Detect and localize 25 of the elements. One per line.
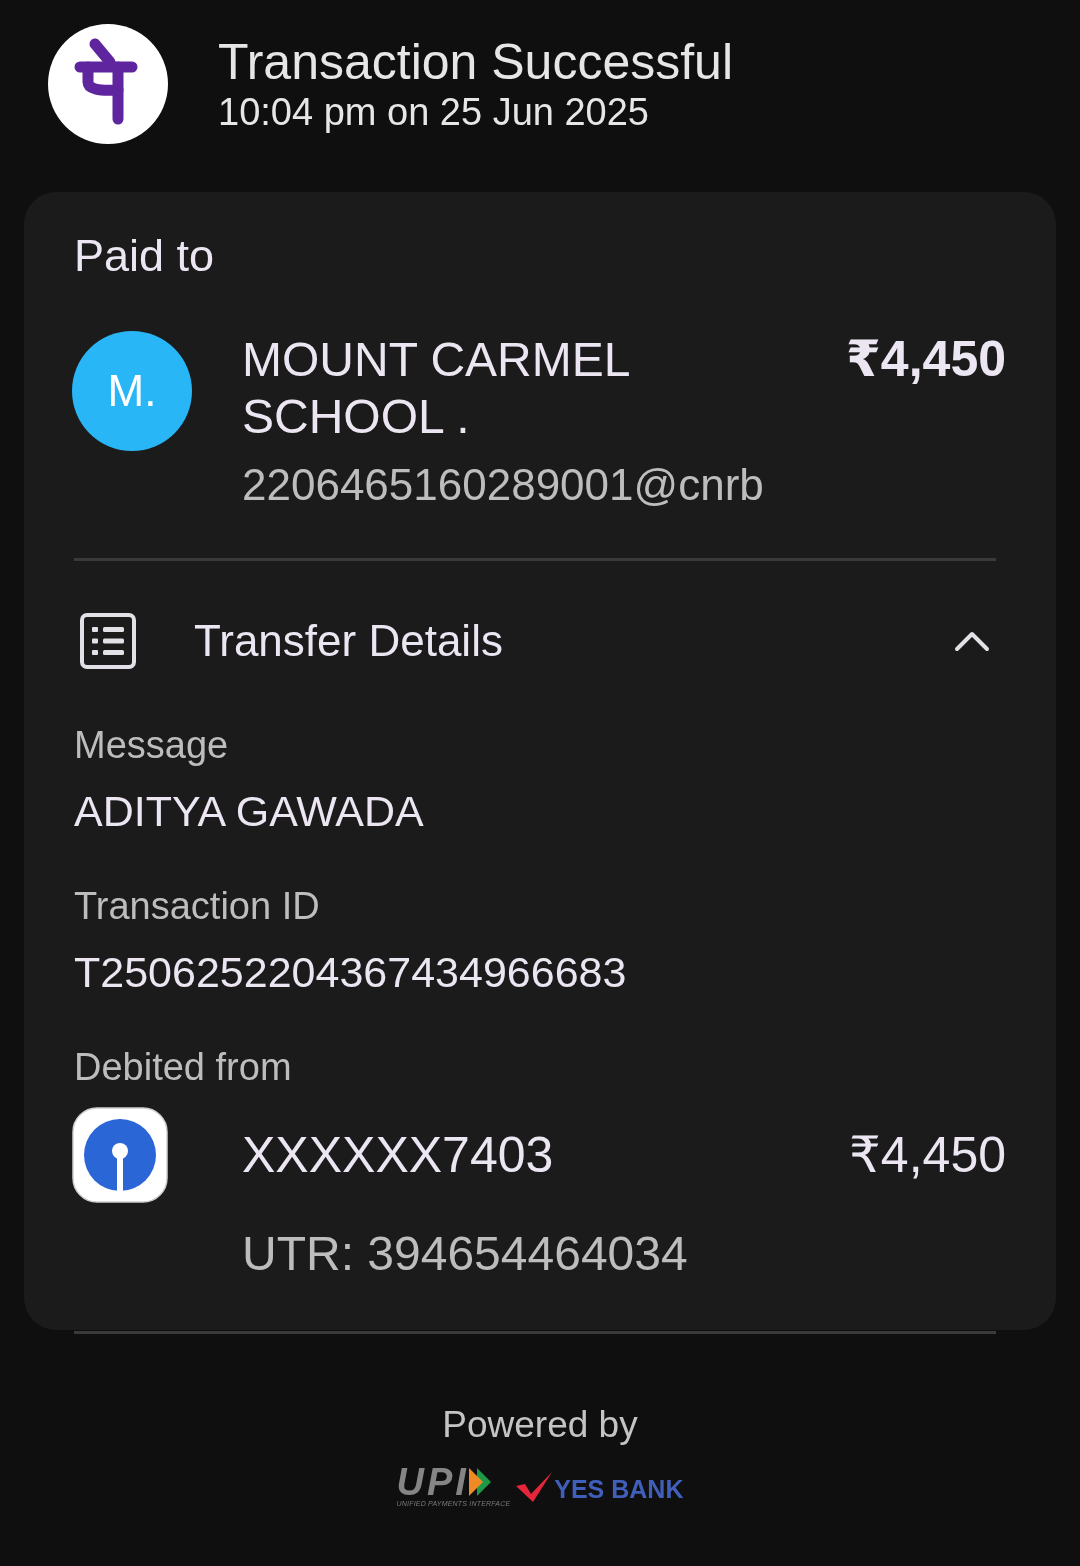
chevron-up-icon[interactable] bbox=[954, 630, 990, 652]
field-label: Transaction ID bbox=[74, 884, 320, 928]
transaction-timestamp: 10:04 pm on 25 Jun 2025 bbox=[218, 90, 649, 134]
account-number: XXXXXX7403 bbox=[242, 1126, 554, 1185]
paid-amount: ₹4,450 bbox=[846, 331, 1006, 388]
section-title: Transfer Details bbox=[194, 615, 503, 667]
upi-id: 2206465160289001@cnrb bbox=[242, 461, 764, 509]
bank-wordmark: YES BANK bbox=[554, 1476, 684, 1502]
section-label: Paid to bbox=[74, 231, 215, 281]
list-icon bbox=[80, 613, 136, 669]
field-label: Debited from bbox=[74, 1045, 292, 1089]
field-value: T2506252204367434966683 bbox=[74, 948, 627, 996]
field-value: ADITYA GAWADA bbox=[74, 787, 424, 835]
triangle-arrow-icon bbox=[468, 1468, 491, 1496]
powered-by-label: Powered by bbox=[442, 1403, 638, 1447]
tick-icon bbox=[516, 1472, 553, 1502]
field-label: Message bbox=[74, 723, 229, 767]
payee-name: MOUNT CARMEL SCHOOL . bbox=[242, 332, 630, 445]
upi-wordmark: UPI bbox=[396, 1465, 469, 1499]
utr-number: UTR: 394654464034 bbox=[242, 1227, 688, 1281]
app-logo-icon bbox=[48, 24, 168, 144]
screen-title: Transaction Successful bbox=[218, 34, 734, 90]
debited-amount: ₹4,450 bbox=[849, 1126, 1006, 1185]
bank-logo-icon bbox=[72, 1107, 168, 1203]
payee-avatar: M. bbox=[72, 331, 192, 451]
